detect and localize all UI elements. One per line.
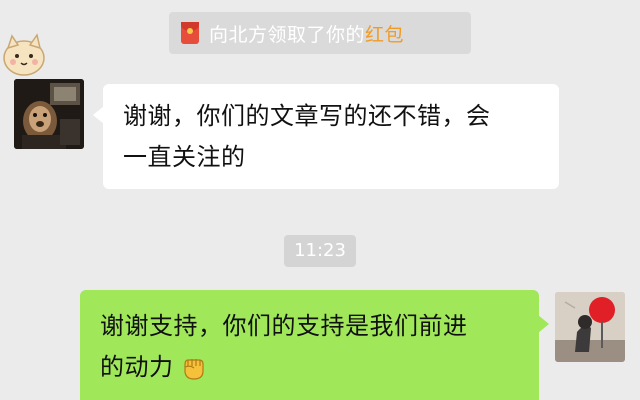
contact-avatar[interactable] [14,79,84,149]
raised-fist-emoji-icon [183,359,204,380]
self-avatar-image [555,292,625,362]
red-packet-icon [181,22,199,44]
contact-avatar-image [14,79,84,149]
incoming-message-line-2: 一直关注的 [123,143,246,171]
notice-prefix: 向北方领取了你的 [209,23,366,46]
outgoing-message-line-2: 的动力 [100,353,174,381]
notice-red-packet-link[interactable]: 红包 [365,24,404,46]
self-avatar[interactable] [555,292,625,362]
outgoing-message-line-1: 谢谢支持，你们的支持是我们前进 [100,312,468,340]
outgoing-message-line-2-wrap: 的动力 [100,347,527,388]
outgoing-message-bubble[interactable]: 谢谢支持，你们的支持是我们前进 的动力 [80,290,549,400]
chat-view: 向北方领取了你的红包 谢谢，你们的文章写的还不错，会 一直关注的 11:23 谢… [0,0,640,400]
message-timestamp: 11:23 [284,235,356,267]
incoming-message-bubble[interactable]: 谢谢，你们的文章写的还不错，会 一直关注的 [93,84,559,189]
red-packet-notice[interactable]: 向北方领取了你的红包 [169,12,471,54]
cat-sticker-icon [3,33,45,76]
red-packet-notice-text: 向北方领取了你的红包 [209,20,404,47]
incoming-message-line-1: 谢谢，你们的文章写的还不错，会 [123,102,491,130]
